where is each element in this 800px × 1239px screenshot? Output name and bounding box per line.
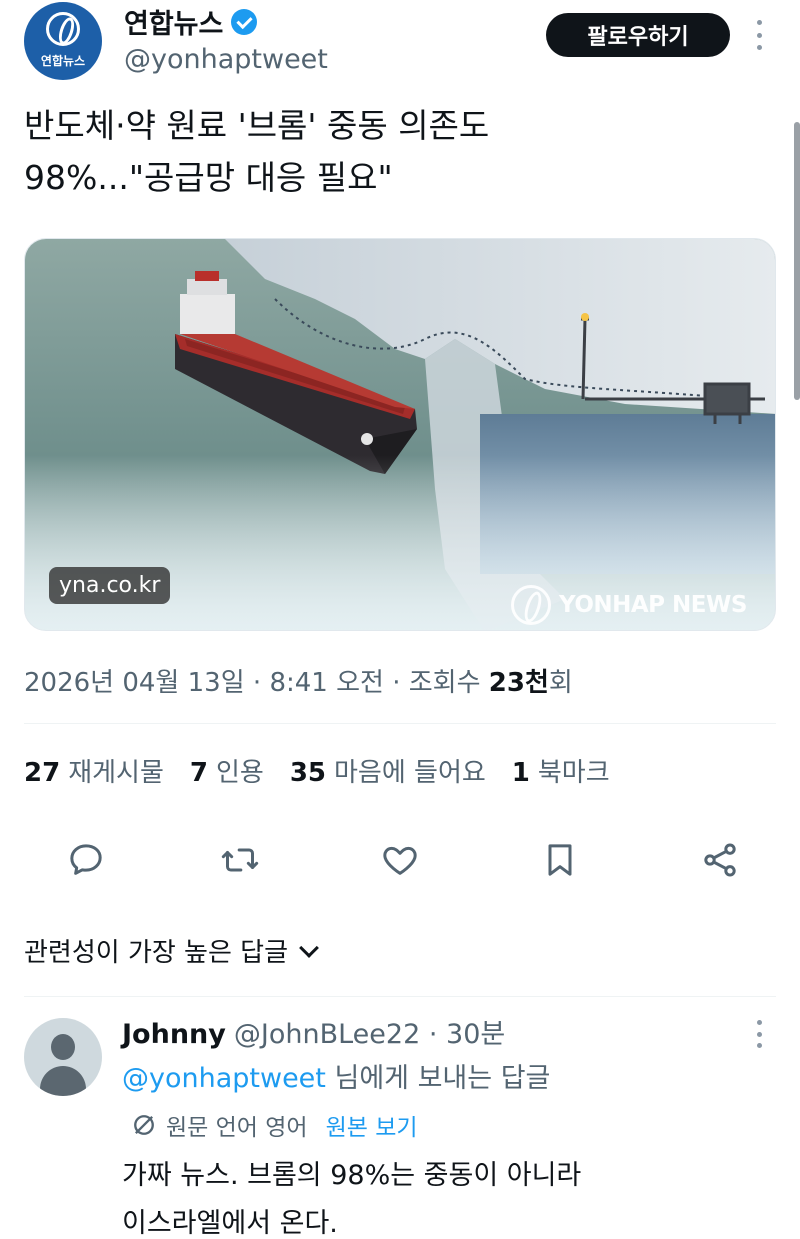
translate-info-text: 원문 언어 영어 [166, 1115, 308, 1141]
stat-count: 7 [189, 758, 208, 788]
replying-to: @yonhaptweet 님에게 보내는 답글 [122, 1056, 550, 1095]
stat-label: 재게시물 [68, 758, 164, 788]
reply-to-mention[interactable]: @yonhaptweet [122, 1063, 326, 1094]
stat-label: 북마크 [537, 758, 610, 788]
stat-count: 1 [511, 758, 530, 788]
reply-text-line: 가짜 뉴스. 브롬의 98%는 중동이 아니라 [122, 1160, 582, 1191]
tweet-media-image[interactable]: yna.co.kr YONHAP NEWS [24, 238, 776, 631]
stat-quotes[interactable]: 7 인용 [190, 752, 264, 789]
tweet-header: 연합뉴스 연합뉴스 @yonhaptweet 팔로우하기 [0, 0, 800, 88]
avatar-body [40, 1066, 86, 1096]
tweet-date[interactable]: 2026년 04월 13일 [24, 668, 245, 698]
watermark: YONHAP NEWS [511, 585, 747, 625]
default-avatar-icon [51, 1034, 75, 1060]
translation-info: 원문 언어 영어 원본 보기 [130, 1108, 418, 1142]
page-scrollbar[interactable] [794, 122, 800, 400]
tweet-time[interactable]: 8:41 오전 [269, 668, 384, 698]
reply-button[interactable] [64, 838, 108, 882]
reply-sort-dropdown[interactable]: 관련성이 가장 높은 답글 [24, 932, 319, 969]
avatar-label: 연합뉴스 [40, 54, 86, 68]
reply-text: 가짜 뉴스. 브롬의 98%는 중동이 아니라 이스라엘에서 온다. [122, 1152, 742, 1239]
reply-author-name[interactable]: Johnny [122, 1019, 226, 1050]
views-count: 23천 [488, 668, 549, 698]
yonhap-logo-icon [46, 12, 80, 46]
follow-button[interactable]: 팔로우하기 [546, 13, 730, 57]
bookmark-button[interactable] [538, 838, 582, 882]
yonhap-watermark-icon [511, 585, 551, 625]
reply-header: Johnny @JohnBLee22 · 30분 [122, 1012, 505, 1051]
meta-separator: · [392, 668, 409, 698]
divider [24, 996, 776, 997]
display-name[interactable]: 연합뉴스 [124, 2, 223, 41]
name-row: 연합뉴스 [124, 2, 258, 41]
more-icon[interactable] [752, 20, 766, 50]
tweet-text: 반도체·약 원료 '브롬' 중동 의존도 98%..."공급망 대응 필요" [24, 100, 744, 204]
like-icon [383, 846, 417, 875]
stat-label: 인용 [215, 758, 264, 788]
bookmark-icon [548, 844, 572, 876]
reply-text-line: 이스라엘에서 온다. [122, 1208, 338, 1239]
view-original-link[interactable]: 원본 보기 [326, 1108, 418, 1142]
account-avatar[interactable]: 연합뉴스 [24, 2, 102, 80]
like-button[interactable] [378, 838, 422, 882]
sort-label: 관련성이 가장 높은 답글 [24, 938, 288, 968]
reply-author-handle[interactable]: @JohnBLee22 [234, 1019, 420, 1050]
retweet-button[interactable] [218, 838, 262, 882]
watermark-text: YONHAP NEWS [559, 592, 747, 618]
stat-bookmarks[interactable]: 1 북마크 [512, 752, 610, 789]
source-badge: yna.co.kr [49, 567, 171, 604]
reply-time[interactable]: 30분 [446, 1019, 505, 1050]
tweet-text-line: 98%..."공급망 대응 필요" [24, 158, 393, 197]
translate-icon [134, 1115, 154, 1135]
more-icon[interactable] [752, 1020, 766, 1048]
meta-separator: · [420, 1019, 447, 1050]
stat-likes[interactable]: 35 마음에 들어요 [290, 752, 486, 789]
stat-count: 27 [24, 758, 61, 788]
verified-badge-icon[interactable] [231, 8, 258, 35]
reply-avatar[interactable] [24, 1018, 102, 1096]
views-label: 조회수 [408, 668, 481, 698]
tweet-meta: 2026년 04월 13일 · 8:41 오전 · 조회수 23천회 [24, 662, 573, 699]
share-button[interactable] [698, 838, 742, 882]
views-suffix: 회 [548, 668, 573, 698]
share-icon [704, 843, 736, 877]
tweet-text-line: 반도체·약 원료 '브롬' 중동 의존도 [24, 106, 490, 145]
stat-count: 35 [289, 758, 326, 788]
account-handle[interactable]: @yonhaptweet [124, 44, 328, 75]
stat-label: 마음에 들어요 [334, 758, 486, 788]
reply-to-suffix: 님에게 보내는 답글 [334, 1063, 551, 1094]
engagement-stats: 27 재게시물 7 인용 35 마음에 들어요 1 북마크 [24, 752, 610, 789]
chevron-down-icon [299, 937, 319, 958]
meta-separator: · [252, 668, 270, 698]
reply-icon [70, 844, 102, 875]
retweet-icon [221, 848, 259, 872]
stat-reposts[interactable]: 27 재게시물 [24, 752, 164, 789]
divider [24, 723, 776, 724]
